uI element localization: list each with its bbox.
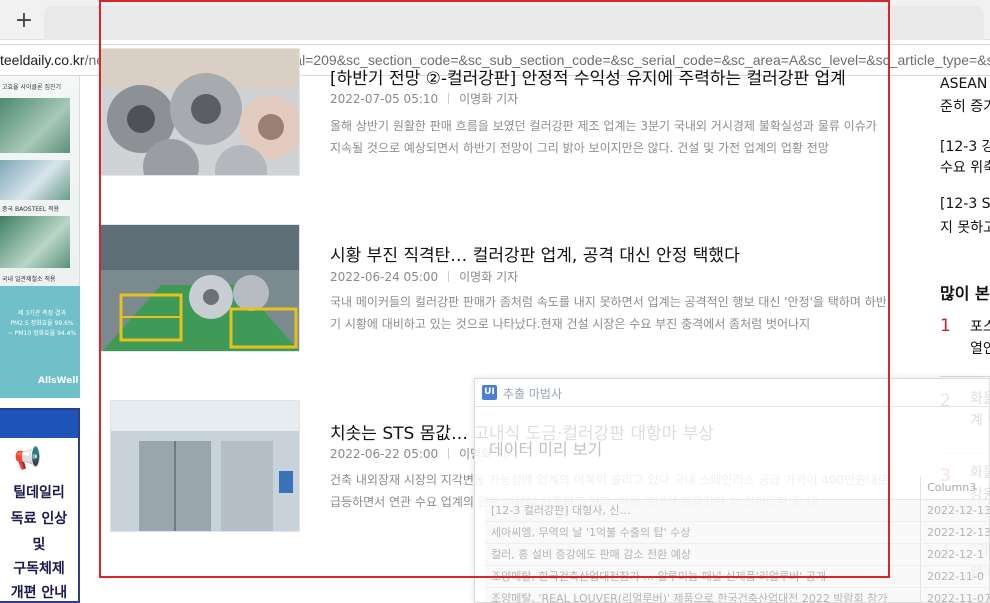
sidebar-snippet[interactable]: 준히 증가: [940, 96, 990, 116]
article-item[interactable]: 시황 부진 직격탄… 컬러강판 업계, 공격 대신 안정 택했다 2022-06…: [100, 224, 890, 354]
ad-caption: 국내 일관제철소 적용: [2, 276, 56, 283]
popular-rank: 1: [940, 316, 951, 336]
table-cell: 2022-12-13: [920, 499, 989, 522]
article-summary[interactable]: 올해 상반기 원활한 판매 흐름을 보였던 컬러강판 제조 업계는 3분기 국내…: [330, 115, 890, 159]
divider: [940, 376, 990, 377]
column-header: [485, 477, 921, 500]
popular-heading: 많이 본: [940, 284, 990, 303]
meta-divider: [448, 271, 450, 282]
table-cell: 2022-12-13: [920, 521, 989, 544]
megaphone-icon: 📢: [14, 446, 42, 471]
column-header[interactable]: Column3: [920, 477, 989, 500]
popular-item-line: 열연: [970, 341, 990, 357]
meta-divider: [448, 93, 450, 104]
new-tab-button[interactable]: +: [10, 8, 38, 36]
article-date: 2022-07-05 05:10: [330, 92, 439, 106]
url-domain: teeldaily.co.kr: [0, 52, 85, 68]
table-cell: 컬러, 흥 설비 증강에도 판매 감소 전환 예상: [485, 543, 921, 566]
article-author: 이명화 기자: [459, 270, 519, 284]
popular-item-line: 포스: [970, 319, 990, 335]
dialog-title: 데이터 미리 보기: [489, 440, 603, 459]
article-date: 2022-06-22 05:00: [330, 447, 439, 461]
table-cell: 조양메탈, 'REAL LOUVER(리얼루버)' 제품으로 한국건축산업대전 …: [485, 587, 921, 602]
data-preview-dialog[interactable]: UI 추출 마법사 데이터 미리 보기 Column3 [12-3 컬러강판] …: [474, 378, 990, 603]
table-row[interactable]: 세아씨엠, 무역의 날 '1억불 수출의 탑' 수상 2022-12-13: [485, 521, 989, 544]
article-meta: 2022-07-05 05:10 이명화 기자: [330, 90, 518, 107]
allswell-logo: AllsWell: [38, 376, 79, 386]
ad-line: 구독체제: [13, 561, 65, 577]
meta-divider: [448, 448, 450, 459]
article-item[interactable]: [하반기 전망 ②-컬러강판] 안정적 수익성 유지에 주력하는 컬러강판 업계…: [100, 48, 890, 178]
ad-caption: 중국 BAOSTEEL 적용: [2, 206, 60, 213]
table-cell: 2022-12-1: [920, 543, 989, 566]
ad-photo: [0, 216, 70, 268]
article-title[interactable]: 시황 부진 직격탄… 컬러강판 업계, 공격 대신 안정 택했다: [330, 241, 740, 266]
cyclone-dust-collector-ad[interactable]: 고효율 사이클론 집진기 중국 BAOSTEEL 적용 국내 일관제철소 적용 …: [0, 76, 80, 398]
subscription-notice-ad[interactable]: 📢 틸데일리 독료 인상 및 구독체제 개편 안내: [0, 408, 80, 603]
table-row[interactable]: 조양메탈, 한국건축산업대전참가 … 알루미늄 패널·신제품'리얼루버' 공개 …: [485, 565, 989, 588]
article-date: 2022-06-24 05:00: [330, 270, 439, 284]
sidebar-snippet[interactable]: 지 못하고: [940, 217, 990, 237]
article-thumbnail[interactable]: [100, 224, 300, 352]
table-cell: 2022-11-07: [920, 587, 989, 602]
sidebar-snippet[interactable]: ASEAN: [940, 76, 987, 92]
table-cell: 2022-11-0: [920, 565, 989, 588]
ad-text: 제 3기관 측정 결과: [17, 310, 67, 317]
article-thumbnail[interactable]: [110, 400, 300, 532]
ad-caption: 고효율 사이클론 집진기: [2, 84, 62, 91]
elevator-panel-image: [111, 401, 299, 531]
ad-line: 및: [32, 537, 46, 553]
dialog-titlebar[interactable]: UI 추출 마법사: [475, 379, 989, 407]
table-row[interactable]: 조양메탈, 'REAL LOUVER(리얼루버)' 제품으로 한국건축산업대전 …: [485, 587, 989, 602]
ad-text: PM2.5 정화효율 99.6%: [10, 320, 74, 327]
table-cell: 조양메탈, 한국건축산업대전참가 … 알루미늄 패널·신제품'리얼루버' 공개: [485, 565, 921, 588]
ad-header-band: [0, 410, 78, 438]
ad-line: 틸데일리: [13, 485, 65, 501]
preview-table: Column3 [12-3 컬러강판] 대형사, 신… 2022-12-13 세…: [485, 477, 989, 602]
ad-line: 개편 안내: [10, 585, 68, 601]
left-ad-column: 고효율 사이클론 집진기 중국 BAOSTEEL 적용 국내 일관제철소 적용 …: [0, 76, 80, 603]
app-badge-icon: UI: [482, 385, 497, 400]
ad-photo: [0, 160, 70, 200]
article-title[interactable]: [하반기 전망 ②-컬러강판] 안정적 수익성 유지에 주력하는 컬러강판 업계: [330, 64, 846, 89]
article-author: 이명화 기자: [459, 92, 519, 106]
table-row[interactable]: 컬러, 흥 설비 증강에도 판매 감소 전환 예상 2022-12-1: [485, 543, 989, 566]
sidebar-snippet[interactable]: 수요 위축: [940, 157, 990, 177]
sidebar-snippet[interactable]: [12-3 강: [940, 136, 990, 156]
steel-coils-image: [101, 49, 299, 175]
browser-tab-bar: +: [0, 0, 990, 40]
article-thumbnail[interactable]: [100, 48, 300, 176]
browser-tab[interactable]: [44, 6, 984, 40]
table-row[interactable]: [12-3 컬러강판] 대형사, 신… 2022-12-13: [485, 499, 989, 522]
popular-item[interactable]: 포스열연: [970, 316, 990, 360]
sidebar-snippet[interactable]: [12-3 ST: [940, 196, 990, 212]
article-summary[interactable]: 국내 메이커들의 컬러강판 판매가 좀처럼 속도를 내지 못하면서 업계는 공격…: [330, 291, 890, 335]
factory-floor-image: [101, 225, 299, 351]
table-cell: 세아씨엠, 무역의 날 '1억불 수출의 탑' 수상: [485, 521, 921, 544]
ad-photo: [0, 98, 70, 153]
ad-line: 독료 인상: [10, 511, 68, 527]
table-cell: [12-3 컬러강판] 대형사, 신…: [485, 499, 921, 522]
dialog-app-name: 추출 마법사: [503, 387, 563, 401]
table-header-row: Column3: [485, 477, 989, 500]
ad-text: ~ PM10 정화효율 94.4%: [7, 330, 77, 337]
article-meta: 2022-06-24 05:00 이명화 기자: [330, 268, 518, 285]
